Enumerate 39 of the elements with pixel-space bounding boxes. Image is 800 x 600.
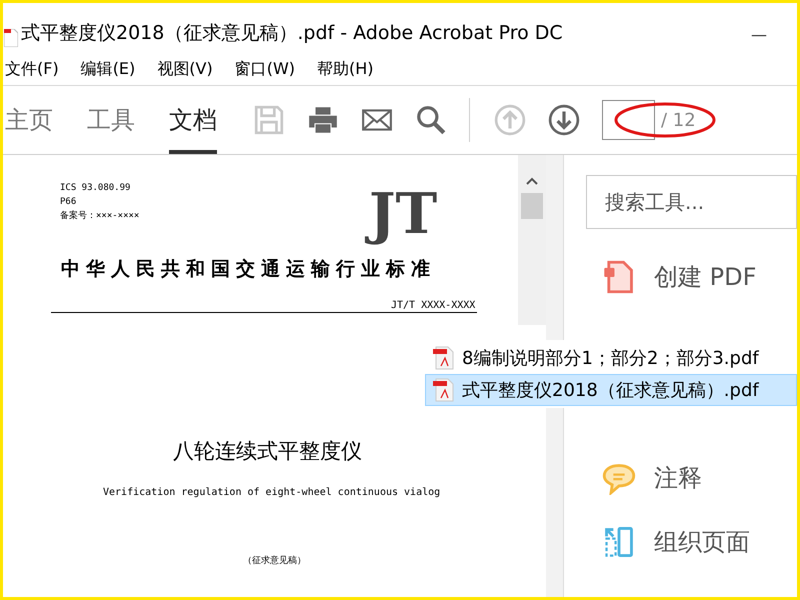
menu-item[interactable]: 视图(V) [157, 57, 213, 81]
menu-item[interactable]: 编辑(E) [80, 57, 136, 81]
tool-link[interactable]: 组织页面 [654, 524, 750, 560]
menu-item[interactable]: 帮助(H) [317, 57, 374, 81]
tab[interactable]: 工具 [87, 86, 135, 154]
print-icon[interactable] [307, 104, 339, 136]
tool-link[interactable]: 注释 [654, 460, 702, 496]
draft-note: （征求意见稿） [243, 555, 306, 568]
record-number: 备案号：×××-×××× [60, 209, 140, 223]
file-name: 式平整度仪2018（征求意见稿）.pdf [462, 378, 759, 402]
pdf-file-icon [4, 29, 18, 47]
menu-item[interactable]: 窗口(W) [234, 57, 296, 81]
page-count: / 12 [661, 108, 696, 132]
menu-item[interactable]: 文件(F) [5, 57, 59, 81]
standard-heading: 中华人民共和国交通运输行业标准 [61, 257, 436, 282]
search-icon[interactable] [415, 104, 447, 136]
tool-link[interactable]: 创建 PDF [654, 259, 756, 295]
file-list-item[interactable]: 8编制说明部分1；部分2；部分3.pdf [425, 342, 797, 374]
pdf-page-icon [602, 260, 636, 294]
tab[interactable]: 文档 [169, 86, 217, 154]
organize-pages-icon [602, 525, 636, 559]
document-subtitle: Verification regulation of eight-wheel continuous vialog [103, 486, 440, 500]
search-tools-field[interactable]: 搜索工具... [586, 175, 797, 229]
minimize-button[interactable]: — [751, 23, 767, 47]
pdf-file-icon [432, 378, 454, 402]
ics-code: ICS 93.080.99 [60, 182, 132, 195]
pdf-file-icon [432, 346, 454, 370]
speech-bubble-icon [602, 461, 636, 495]
scroll-up-icon[interactable] [526, 177, 538, 185]
standard-code: JT/T XXXX-XXXX [391, 299, 476, 313]
file-list-item[interactable]: 式平整度仪2018（征求意见稿）.pdf [425, 374, 797, 406]
class-code: P66 [60, 196, 78, 209]
tab[interactable]: 主页 [5, 86, 53, 154]
file-name: 8编制说明部分1；部分2；部分3.pdf [462, 346, 759, 370]
scroll-thumb[interactable] [521, 193, 543, 219]
scrollbar[interactable] [518, 155, 546, 325]
window-title: 式平整度仪2018（征求意见稿）.pdf - Adobe Acrobat Pro DC [21, 20, 563, 46]
document-title: 八轮连续式平整度仪 [173, 438, 362, 465]
jt-logo: JT [363, 175, 444, 253]
